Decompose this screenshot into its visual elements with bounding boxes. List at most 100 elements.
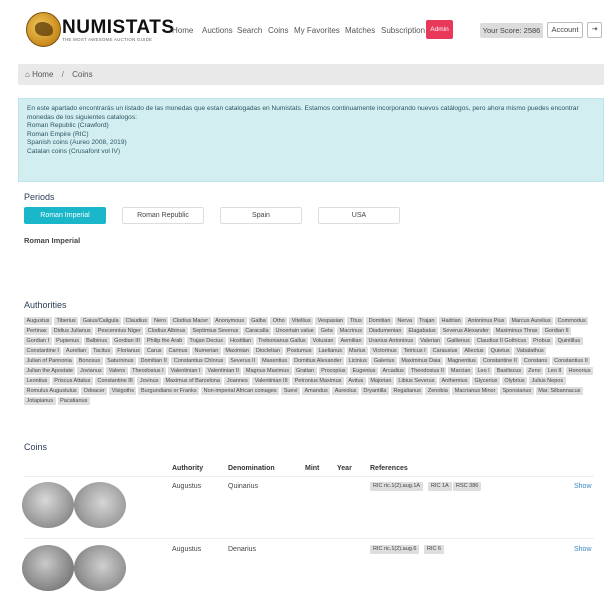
authority-tag[interactable]: Galba <box>248 317 269 325</box>
authority-tag[interactable]: Leo II <box>545 367 564 375</box>
authority-tag[interactable]: Titus <box>347 317 365 325</box>
authority-tag[interactable]: Majorian <box>367 377 394 385</box>
authority-tag[interactable]: Trajan <box>416 317 437 325</box>
authority-tag[interactable]: Antoninus Pius <box>465 317 507 325</box>
authority-tag[interactable]: Maximus of Barcelona <box>163 377 223 385</box>
show-coin-link[interactable]: Show <box>574 483 592 490</box>
authority-tag[interactable]: Otho <box>270 317 288 325</box>
authority-tag[interactable]: Amandus <box>301 387 331 395</box>
authority-tag[interactable]: Jovinus <box>137 377 161 385</box>
authority-tag[interactable]: Sponsianus <box>499 387 534 395</box>
authority-tag[interactable]: Claudius <box>123 317 150 325</box>
authority-tag[interactable]: Pescennius Niger <box>95 327 144 335</box>
authority-tag[interactable]: Hostilian <box>227 337 254 345</box>
period-roman-republic-button[interactable]: Roman Republic <box>122 207 204 224</box>
authority-tag[interactable]: Nero <box>151 317 169 325</box>
authority-tag[interactable]: Didius Julianus <box>51 327 94 335</box>
coin-obverse-image[interactable] <box>22 545 74 591</box>
authority-tag[interactable]: Carinus <box>166 347 190 355</box>
authority-tag[interactable]: Constantine II <box>480 357 520 365</box>
authority-tag[interactable]: Maxentius <box>259 357 290 365</box>
authority-tag[interactable]: Pacatianus <box>57 397 90 405</box>
nav-home[interactable]: Home <box>172 26 193 35</box>
authority-tag[interactable]: Julius Nepos <box>529 377 566 385</box>
authority-tag[interactable]: Claudius II Gothicus <box>474 337 529 345</box>
authority-tag[interactable]: Eugenius <box>350 367 378 375</box>
authority-tag[interactable]: Constantine III <box>94 377 136 385</box>
authority-tag[interactable]: Basiliscus <box>494 367 524 375</box>
authority-tag[interactable]: Geta <box>318 327 336 335</box>
authority-tag[interactable]: Domitian II <box>137 357 170 365</box>
authority-tag[interactable]: Probus <box>530 337 554 345</box>
authority-tag[interactable]: Leo I <box>474 367 493 375</box>
nav-search[interactable]: Search <box>237 26 262 35</box>
authority-tag[interactable]: Zeno <box>525 367 544 375</box>
authority-tag[interactable]: Valens <box>106 367 128 375</box>
authority-tag[interactable]: Burgundians or Franks <box>138 387 200 395</box>
authority-tag[interactable]: Non-imperial African coinages <box>201 387 280 395</box>
authority-tag[interactable]: Valentinian I <box>168 367 203 375</box>
nav-auctions[interactable]: Auctions <box>202 26 233 35</box>
authority-tag[interactable]: Anthemius <box>438 377 470 385</box>
authority-tag[interactable]: Joannes <box>224 377 251 385</box>
authority-tag[interactable]: Gaius/Caligula <box>80 317 122 325</box>
authority-tag[interactable]: Theodosius I <box>129 367 167 375</box>
authority-tag[interactable]: Laelianus <box>316 347 345 355</box>
authority-tag[interactable]: Elagabalus <box>405 327 439 335</box>
account-button[interactable]: Account <box>547 22 583 38</box>
authority-tag[interactable]: Carausius <box>430 347 460 355</box>
authority-tag[interactable]: Pertinax <box>24 327 50 335</box>
authority-tag[interactable]: Trebonianus Gallus <box>255 337 309 345</box>
authority-tag[interactable]: Diadumenian <box>366 327 404 335</box>
authority-tag[interactable]: Julian of Pannonia <box>24 357 75 365</box>
authority-tag[interactable]: Tacitus <box>90 347 113 355</box>
authority-tag[interactable]: Balbinus <box>83 337 110 345</box>
authority-tag[interactable]: Marcus Aurelius <box>508 317 554 325</box>
authority-tag[interactable]: Septimius Severus <box>189 327 241 335</box>
authority-tag[interactable]: Caracalla <box>242 327 271 335</box>
authority-tag[interactable]: Romulus Augustulus <box>24 387 80 395</box>
authority-tag[interactable]: Domitius Alexander <box>291 357 345 365</box>
authority-tag[interactable]: Clodius Albinus <box>145 327 188 335</box>
authority-tag[interactable]: Gordian III <box>111 337 143 345</box>
authority-tag[interactable]: Olybrius <box>501 377 528 385</box>
authority-tag[interactable]: Augustus <box>24 317 52 325</box>
authority-tag[interactable]: Anonymous <box>212 317 247 325</box>
coin-reverse-image[interactable] <box>74 482 126 528</box>
period-usa-button[interactable]: USA <box>318 207 400 224</box>
authority-tag[interactable]: Tiberius <box>53 317 79 325</box>
authority-tag[interactable]: Vitellius <box>289 317 314 325</box>
nav-subscription[interactable]: Subscription <box>381 26 425 35</box>
nav-matches[interactable]: Matches <box>345 26 375 35</box>
authority-tag[interactable]: Aureolus <box>332 387 359 395</box>
authority-tag[interactable]: Uranius Antoninus <box>366 337 416 345</box>
authority-tag[interactable]: Uncertain value <box>273 327 317 335</box>
authority-tag[interactable]: Avitus <box>345 377 366 385</box>
authority-tag[interactable]: Florianus <box>114 347 143 355</box>
authority-tag[interactable]: Commodus <box>555 317 589 325</box>
authority-tag[interactable]: Marcian <box>448 367 473 375</box>
authority-tag[interactable]: Suevi <box>281 387 300 395</box>
authority-tag[interactable]: Clodius Macer <box>170 317 211 325</box>
authority-tag[interactable]: Odoacer <box>81 387 108 395</box>
nav-coins[interactable]: Coins <box>268 26 288 35</box>
authority-tag[interactable]: Gordian II <box>542 327 572 335</box>
authority-tag[interactable]: Carus <box>144 347 165 355</box>
authority-tag[interactable]: Volusian <box>310 337 336 345</box>
authority-tag[interactable]: Jotapianus <box>24 397 56 405</box>
authority-tag[interactable]: Valentinian III <box>252 377 291 385</box>
authority-tag[interactable]: Regalianus <box>390 387 424 395</box>
authority-tag[interactable]: Mar. Silbannacus <box>535 387 583 395</box>
brand-name[interactable]: NUMISTATS <box>62 17 175 39</box>
authority-tag[interactable]: Libius Severus <box>395 377 437 385</box>
authority-tag[interactable]: Arcadius <box>379 367 407 375</box>
authority-tag[interactable]: Constantius Chlorus <box>171 357 226 365</box>
authority-tag[interactable]: Theodosius II <box>408 367 447 375</box>
authority-tag[interactable]: Vabalathus <box>514 347 547 355</box>
coin-reverse-image[interactable] <box>74 545 126 591</box>
show-coin-link[interactable]: Show <box>574 546 592 553</box>
admin-button[interactable]: Admin <box>426 20 453 39</box>
authority-tag[interactable]: Visigoths <box>109 387 137 395</box>
authority-tag[interactable]: Allectus <box>461 347 487 355</box>
authority-tag[interactable]: Petronius Maximus <box>292 377 344 385</box>
